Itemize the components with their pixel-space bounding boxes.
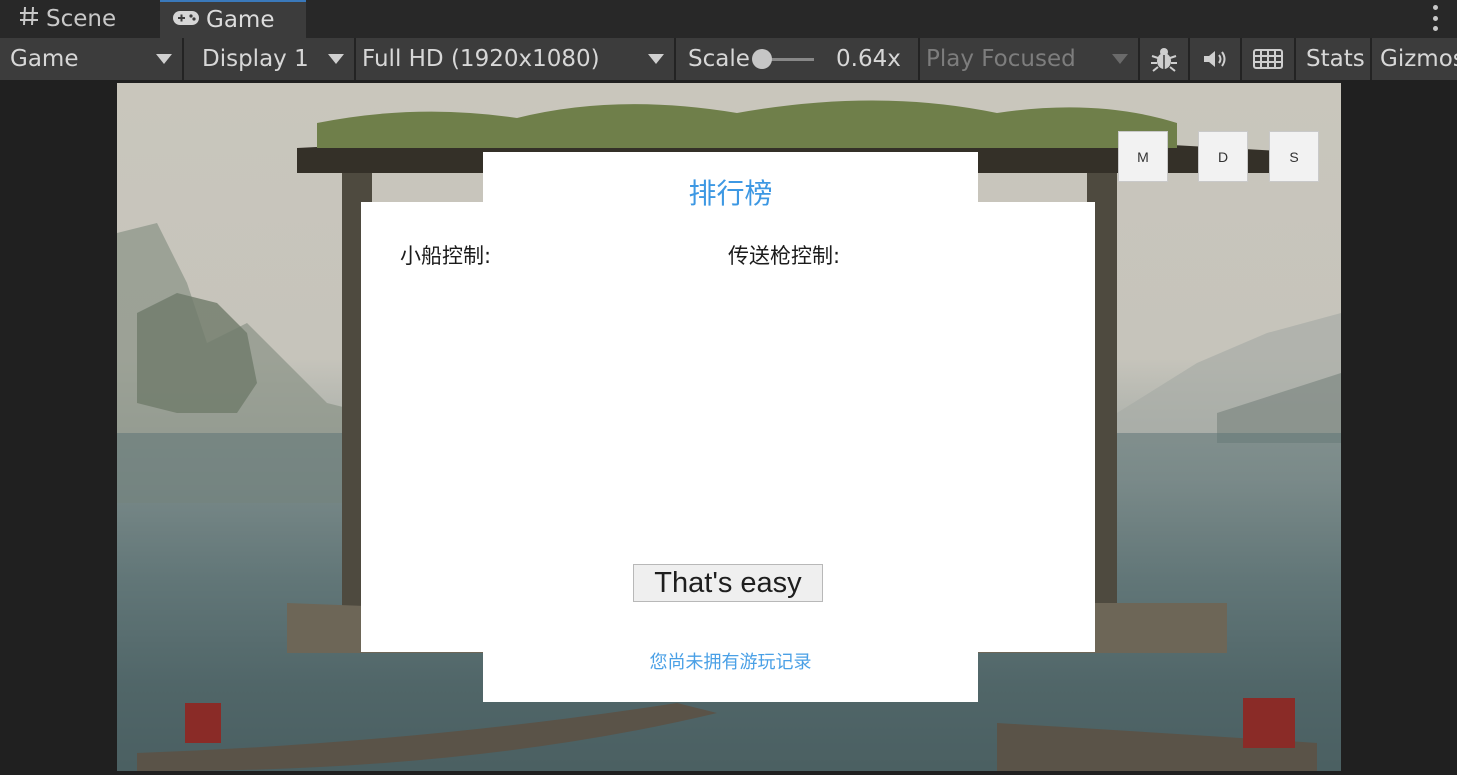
play-mode-label: Play Focused [926, 46, 1076, 72]
display-dropdown[interactable]: Display 1 [184, 38, 356, 80]
display-dropdown-label: Display 1 [202, 46, 309, 72]
editor-tab-bar: Scene Game [0, 0, 1457, 38]
tab-game[interactable]: Game [160, 0, 306, 38]
view-dropdown-label: Game [10, 46, 79, 72]
chevron-down-icon [328, 54, 344, 64]
tab-scene-label: Scene [46, 6, 117, 32]
stats-button[interactable]: Stats [1296, 38, 1372, 80]
scale-control: Scale 0.64x [676, 38, 920, 80]
gamepad-icon [172, 7, 200, 33]
resolution-dropdown-label: Full HD (1920x1080) [362, 46, 600, 72]
bug-icon[interactable] [1140, 38, 1190, 80]
gizmos-button[interactable]: Gizmos [1372, 38, 1457, 80]
gizmos-label: Gizmos [1380, 46, 1457, 72]
resolution-dropdown[interactable]: Full HD (1920x1080) [356, 38, 676, 80]
scale-label: Scale [688, 46, 750, 72]
chevron-down-icon [1112, 54, 1128, 64]
scale-slider-handle[interactable] [752, 49, 772, 69]
chevron-down-icon [156, 54, 172, 64]
tab-scene[interactable]: Scene [18, 0, 158, 38]
scale-value: 0.64x [836, 46, 901, 72]
m-button[interactable]: M [1118, 131, 1168, 182]
game-toolbar: Game Display 1 Full HD (1920x1080) Scale… [0, 38, 1457, 80]
chevron-down-icon [648, 54, 664, 64]
tab-game-label: Game [206, 7, 275, 33]
d-button[interactable]: D [1198, 131, 1248, 182]
s-button[interactable]: S [1269, 131, 1319, 182]
no-record-message: 您尚未拥有游玩记录 [649, 652, 812, 673]
boat-control-label: 小船控制: [400, 244, 492, 268]
grid-icon [18, 5, 40, 33]
keyboard-icon[interactable] [1242, 38, 1296, 80]
audio-mute-icon[interactable] [1190, 38, 1242, 80]
thats-easy-button[interactable]: That's easy [633, 564, 823, 602]
leaderboard-title: 排行榜 [688, 177, 773, 210]
more-options-icon[interactable] [1431, 5, 1439, 31]
view-dropdown[interactable]: Game [0, 38, 184, 80]
play-mode-dropdown[interactable]: Play Focused [920, 38, 1140, 80]
stats-label: Stats [1306, 46, 1365, 72]
teleport-gun-control-label: 传送枪控制: [728, 244, 841, 268]
